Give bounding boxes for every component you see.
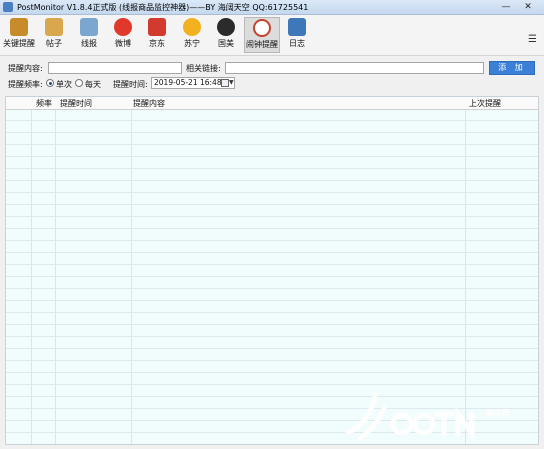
toolbar-jd[interactable]: 京东: [143, 17, 171, 53]
radio-once-label: 单次: [56, 80, 72, 89]
radio-daily[interactable]: [75, 79, 83, 87]
time-label: 提醒时间:: [113, 80, 148, 89]
calendar-icon[interactable]: [221, 79, 229, 87]
toolbar-posts[interactable]: 帖子: [40, 17, 68, 53]
toolbar-weibo[interactable]: 微博: [109, 17, 137, 53]
title-bar: PostMonitor V1.8.4正式版 (线报商品监控神器)——BY 海阔天…: [0, 0, 544, 15]
suning-icon: [183, 18, 201, 36]
header-last[interactable]: 上次提醒: [469, 98, 501, 109]
toolbar-deals[interactable]: 线报: [75, 17, 103, 53]
menu-icon[interactable]: ☰: [528, 35, 538, 45]
radio-daily-label: 每天: [85, 80, 101, 89]
radio-once[interactable]: [46, 79, 54, 87]
frequency-label: 提醒频率:: [8, 80, 43, 89]
toolbar: 关键提醒 帖子 线报 微博 京东 苏宁 国美 闹钟提醒 日志 ☰: [0, 15, 544, 56]
content-input[interactable]: [48, 62, 182, 74]
minimize-button[interactable]: —: [499, 1, 513, 13]
header-time[interactable]: 提醒时间: [60, 98, 92, 109]
window-title: PostMonitor V1.8.4正式版 (线报商品监控神器)——BY 海阔天…: [17, 3, 309, 12]
jd-icon: [148, 18, 166, 36]
weibo-icon: [114, 18, 132, 36]
toolbar-alarm[interactable]: 闹钟提醒: [244, 17, 280, 53]
close-button[interactable]: ✕: [520, 1, 536, 13]
gome-icon: [217, 18, 235, 36]
notepad-icon: [45, 18, 63, 36]
header-content[interactable]: 提醒内容: [133, 98, 165, 109]
content-label: 提醒内容:: [8, 64, 43, 73]
chevron-down-icon[interactable]: ▼: [229, 79, 234, 87]
toolbar-log[interactable]: 日志: [283, 17, 311, 53]
toolbar-gome[interactable]: 国美: [212, 17, 240, 53]
alarm-clock-icon: [253, 19, 271, 37]
link-input[interactable]: [225, 62, 484, 74]
toolbar-suning[interactable]: 苏宁: [178, 17, 206, 53]
table-header: 频率 提醒时间 提醒内容 上次提醒: [6, 97, 538, 110]
log-icon: [288, 18, 306, 36]
toolbar-keyword-alert[interactable]: 关键提醒: [2, 17, 36, 53]
app-icon: [3, 2, 13, 12]
clipboard-icon: [10, 18, 28, 36]
watermark-logo: [345, 391, 475, 442]
document-icon: [80, 18, 98, 36]
link-label: 相关链接:: [186, 64, 221, 73]
header-frequency[interactable]: 频率: [36, 98, 52, 109]
add-button[interactable]: 添 加: [489, 61, 535, 75]
watermark-text: 腾牛网: [486, 409, 510, 418]
